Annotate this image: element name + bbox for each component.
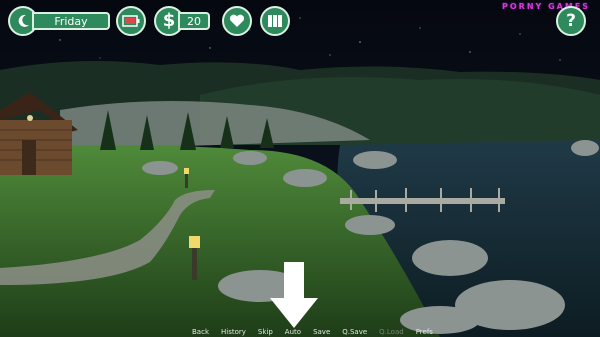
moon-icon [18,14,29,27]
quick-menu-history[interactable]: History [215,327,252,337]
heart-icon [229,14,245,27]
day-label: Friday [32,12,110,30]
down-arrow-icon[interactable] [270,262,318,328]
battery-icon [122,15,140,27]
quick-menu-qload[interactable]: Q.Load [373,327,410,337]
battery-button[interactable] [116,6,146,36]
journal-button[interactable] [260,6,290,36]
quick-menu-auto[interactable]: Auto [279,327,307,337]
help-icon: ? [566,10,576,31]
help-button[interactable]: ? [556,6,586,36]
relationships-button[interactable] [222,6,252,36]
quick-menu: Back History Skip Auto Save Q.Save Q.Loa… [186,327,439,337]
quick-menu-back[interactable]: Back [186,327,215,337]
quick-menu-save[interactable]: Save [307,327,336,337]
quick-menu-skip[interactable]: Skip [252,327,279,337]
quick-menu-qsave[interactable]: Q.Save [336,327,373,337]
dollar-icon: $ [162,10,176,31]
money-amount: 20 [178,12,210,30]
book-icon [268,15,282,27]
quick-menu-prefs[interactable]: Prefs [410,327,439,337]
